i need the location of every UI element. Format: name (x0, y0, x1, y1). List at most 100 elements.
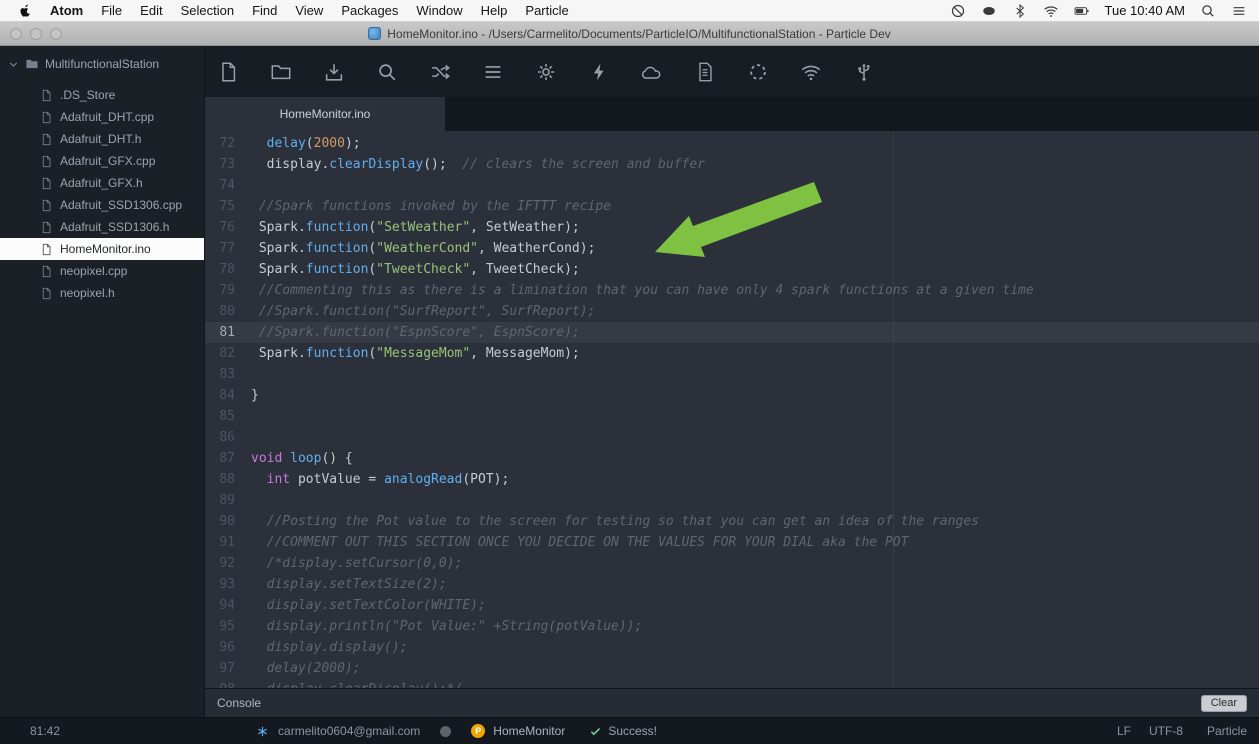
serial-usb-icon[interactable] (853, 61, 875, 83)
menu-item-edit[interactable]: Edit (131, 3, 171, 18)
menu-item-find[interactable]: Find (243, 3, 286, 18)
sidebar-file-.DS_Store[interactable]: .DS_Store (0, 84, 204, 106)
code-line-80[interactable]: 80 //Spark.function("SurfReport", SurfRe… (205, 301, 1259, 322)
file-icon (40, 133, 53, 146)
cloud-icon[interactable] (641, 61, 663, 83)
sidebar-file-neopixel.h[interactable]: neopixel.h (0, 282, 204, 304)
file-list: .DS_Store Adafruit_DHT.cpp Adafruit_DHT.h A… (0, 84, 204, 304)
wifi-icon-toolbar[interactable] (800, 61, 822, 83)
menu-item-packages[interactable]: Packages (332, 3, 407, 18)
zoom-button[interactable] (50, 28, 62, 40)
sync-asterisk-icon[interactable] (256, 725, 269, 738)
code-line-84[interactable]: 84} (205, 385, 1259, 406)
sidebar-file-Adafruit_DHT.h[interactable]: Adafruit_DHT.h (0, 128, 204, 150)
code-line-98[interactable]: 98 display.clearDisplay();*/ (205, 679, 1259, 688)
log-icon[interactable] (694, 61, 716, 83)
code-text: Spark.function("SetWeather", SetWeather)… (251, 220, 580, 235)
open-folder-icon[interactable] (270, 61, 292, 83)
code-line-88[interactable]: 88 int potValue = analogRead(POT); (205, 469, 1259, 490)
settings-gear-icon[interactable] (535, 61, 557, 83)
close-button[interactable] (10, 28, 22, 40)
new-file-icon[interactable] (217, 61, 239, 83)
code-line-91[interactable]: 91 //COMMENT OUT THIS SECTION ONCE YOU D… (205, 532, 1259, 553)
code-line-72[interactable]: 72 delay(2000); (205, 133, 1259, 154)
file-icon (40, 111, 53, 124)
file-icon (40, 155, 53, 168)
notification-center-icon[interactable] (1231, 3, 1247, 19)
encoding-indicator[interactable]: UTF-8 (1149, 724, 1183, 738)
macos-menu-bar: Atom File Edit Selection Find View Packages Win… (0, 0, 1259, 22)
code-line-89[interactable]: 89 (205, 490, 1259, 511)
panel-list-icon[interactable] (482, 61, 504, 83)
line-number: 96 (219, 640, 235, 655)
code-line-82[interactable]: 82 Spark.function("MessageMom", MessageM… (205, 343, 1259, 364)
grammar-indicator[interactable]: Particle (1207, 724, 1247, 738)
sidebar-file-HomeMonitor.ino[interactable]: HomeMonitor.ino (0, 238, 204, 260)
code-line-83[interactable]: 83 (205, 364, 1259, 385)
compile-icon[interactable] (429, 61, 451, 83)
code-editor[interactable]: 72 delay(2000); 73 display.clearDisplay()… (205, 131, 1259, 688)
code-line-97[interactable]: 97 delay(2000); (205, 658, 1259, 679)
code-line-76[interactable]: 76 Spark.function("SetWeather", SetWeath… (205, 217, 1259, 238)
sidebar-file-Adafruit_SSD1306.cpp[interactable]: Adafruit_SSD1306.cpp (0, 194, 204, 216)
code-line-95[interactable]: 95 display.println("Pot Value:" +String(… (205, 616, 1259, 637)
battery-icon[interactable] (1074, 3, 1090, 19)
minimize-button[interactable] (30, 28, 42, 40)
bluetooth-icon[interactable] (1012, 3, 1028, 19)
code-line-85[interactable]: 85 (205, 406, 1259, 427)
line-number: 87 (219, 451, 235, 466)
project-name[interactable]: HomeMonitor (493, 724, 565, 738)
project-badge[interactable]: P (471, 724, 486, 738)
sidebar-file-Adafruit_GFX.cpp[interactable]: Adafruit_GFX.cpp (0, 150, 204, 172)
menu-item-window[interactable]: Window (407, 3, 471, 18)
menu-item-atom[interactable]: Atom (41, 3, 92, 18)
menu-item-view[interactable]: View (286, 3, 332, 18)
code-line-81[interactable]: 81 //Spark.function("EspnScore", EspnSco… (205, 322, 1259, 343)
code-line-78[interactable]: 78 Spark.function("TweetCheck", TweetChe… (205, 259, 1259, 280)
code-line-92[interactable]: 92 /*display.setCursor(0,0); (205, 553, 1259, 574)
code-line-73[interactable]: 73 display.clearDisplay(); // clears the… (205, 154, 1259, 175)
sidebar-file-Adafruit_GFX.h[interactable]: Adafruit_GFX.h (0, 172, 204, 194)
menu-item-help[interactable]: Help (472, 3, 517, 18)
oval-indicator-icon[interactable] (981, 3, 997, 19)
code-line-94[interactable]: 94 display.setTextColor(WHITE); (205, 595, 1259, 616)
line-number: 98 (205, 679, 251, 688)
save-icon[interactable] (323, 61, 345, 83)
menu-item-particle[interactable]: Particle (516, 3, 577, 18)
sidebar-file-Adafruit_DHT.cpp[interactable]: Adafruit_DHT.cpp (0, 106, 204, 128)
apple-logo-icon[interactable] (18, 3, 33, 18)
sidebar-file-Adafruit_SSD1306.h[interactable]: Adafruit_SSD1306.h (0, 216, 204, 238)
sidebar-file-neopixel.cpp[interactable]: neopixel.cpp (0, 260, 204, 282)
code-line-74[interactable]: 74 (205, 175, 1259, 196)
do-not-disturb-icon[interactable] (950, 3, 966, 19)
code-line-90[interactable]: 90 //Posting the Pot value to the screen… (205, 511, 1259, 532)
sidebar-root-folder[interactable]: MultifunctionalStation (0, 52, 204, 76)
flash-icon[interactable] (588, 61, 610, 83)
code-line-77[interactable]: 77 Spark.function("WeatherCond", Weather… (205, 238, 1259, 259)
menu-item-file[interactable]: File (92, 3, 131, 18)
console-clear-button[interactable]: Clear (1200, 694, 1247, 712)
window-title-bar[interactable]: HomeMonitor.ino - /Users/Carmelito/Docum… (0, 22, 1259, 46)
line-number: 95 (219, 619, 235, 634)
line-ending-indicator[interactable]: LF (1117, 724, 1131, 738)
account-email[interactable]: carmelito0604@gmail.com (278, 724, 420, 738)
chevron-down-icon[interactable] (8, 59, 19, 70)
menu-item-selection[interactable]: Selection (172, 3, 243, 18)
code-text: delay(2000); (266, 661, 361, 676)
code-line-86[interactable]: 86 (205, 427, 1259, 448)
wifi-icon[interactable] (1043, 3, 1059, 19)
spinner-icon[interactable] (747, 61, 769, 83)
file-name: Adafruit_DHT.h (60, 132, 142, 146)
code-line-75[interactable]: 75 //Spark functions invoked by the IFTT… (205, 196, 1259, 217)
code-line-93[interactable]: 93 display.setTextSize(2); (205, 574, 1259, 595)
search-icon[interactable] (376, 61, 398, 83)
code-line-96[interactable]: 96 display.display(); (205, 637, 1259, 658)
file-name: Adafruit_GFX.cpp (60, 154, 156, 168)
cursor-position[interactable]: 81:42 (30, 724, 60, 738)
code-line-79[interactable]: 79 //Commenting this as there is a limin… (205, 280, 1259, 301)
tab-homemonitor[interactable]: HomeMonitor.ino (205, 97, 445, 131)
code-line-87[interactable]: 87 void loop() { (205, 448, 1259, 469)
file-name: Adafruit_GFX.h (60, 176, 143, 190)
folder-icon (25, 57, 39, 71)
spotlight-search-icon[interactable] (1200, 3, 1216, 19)
